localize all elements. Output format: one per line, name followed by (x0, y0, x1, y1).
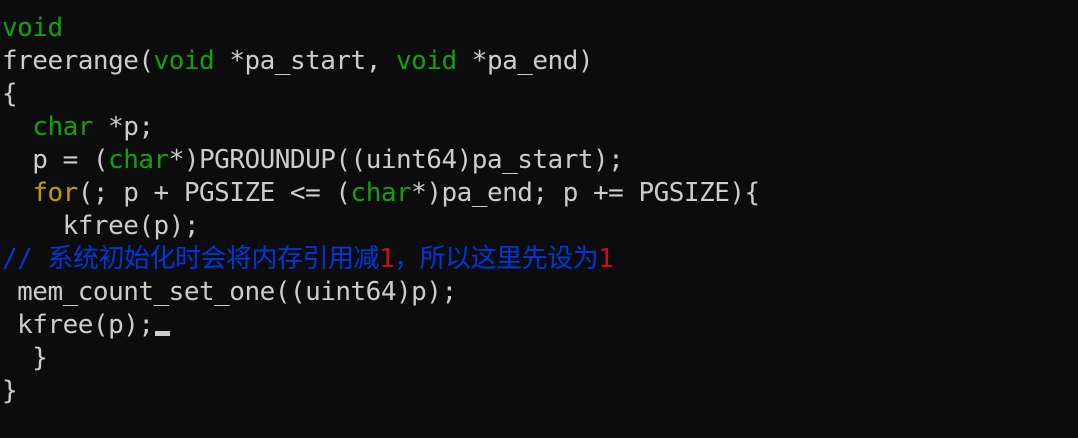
code-token: void (153, 46, 215, 76)
code-token: p = ( (2, 145, 109, 175)
code-token: ，所以这里先设为 (394, 244, 599, 274)
code-token: } (2, 376, 18, 406)
code-token: *pa_end) (456, 46, 594, 76)
code-token: (; p + PGSIZE <= ( (77, 178, 351, 208)
text-cursor (154, 331, 170, 336)
code-token: } (2, 343, 48, 373)
code-token: freerange( (2, 46, 154, 76)
code-token: void (396, 46, 457, 76)
code-token: 1 (378, 244, 395, 274)
code-token: 1 (598, 244, 614, 274)
code-line: p = (char*)PGROUNDUP((uint64)pa_start); (2, 144, 624, 177)
code-token: kfree(p); (2, 310, 154, 340)
code-line: // 系统初始化时会将内存引用减1，所以这里先设为1 (2, 243, 614, 276)
code-token: *)pa_end; p += PGSIZE){ (411, 178, 760, 208)
code-line: { (2, 78, 18, 111)
code-line: mem_count_set_one((uint64)p); (2, 276, 457, 309)
code-token: *)PGROUNDUP((uint64)pa_start); (168, 145, 624, 175)
terminal-window[interactable]: void freerange(void *pa_start, void *pa_e… (0, 0, 1078, 438)
code-token: for (32, 178, 78, 208)
code-line: for(; p + PGSIZE <= (char*)pa_end; p += … (2, 177, 760, 210)
code-token: mem_count_set_one((uint64)p); (2, 277, 457, 307)
code-token: char (108, 145, 169, 175)
code-line: void (2, 12, 63, 45)
code-line: } (2, 342, 48, 375)
code-line: freerange(void *pa_start, void *pa_end) (2, 45, 594, 78)
code-token: char (32, 112, 93, 142)
code-token: *pa_start, (214, 46, 397, 76)
code-token: char (350, 178, 412, 208)
code-line: kfree(p); (2, 210, 200, 243)
code-token: { (2, 79, 18, 109)
code-token: kfree(p); (2, 211, 200, 241)
code-token: // 系统初始化时会将内存引用减 (2, 244, 379, 274)
code-token: void (2, 13, 63, 43)
code-line: kfree(p); (2, 309, 170, 342)
code-token: *p; (92, 112, 154, 142)
code-line: } (2, 375, 18, 408)
code-line: char *p; (2, 111, 154, 144)
